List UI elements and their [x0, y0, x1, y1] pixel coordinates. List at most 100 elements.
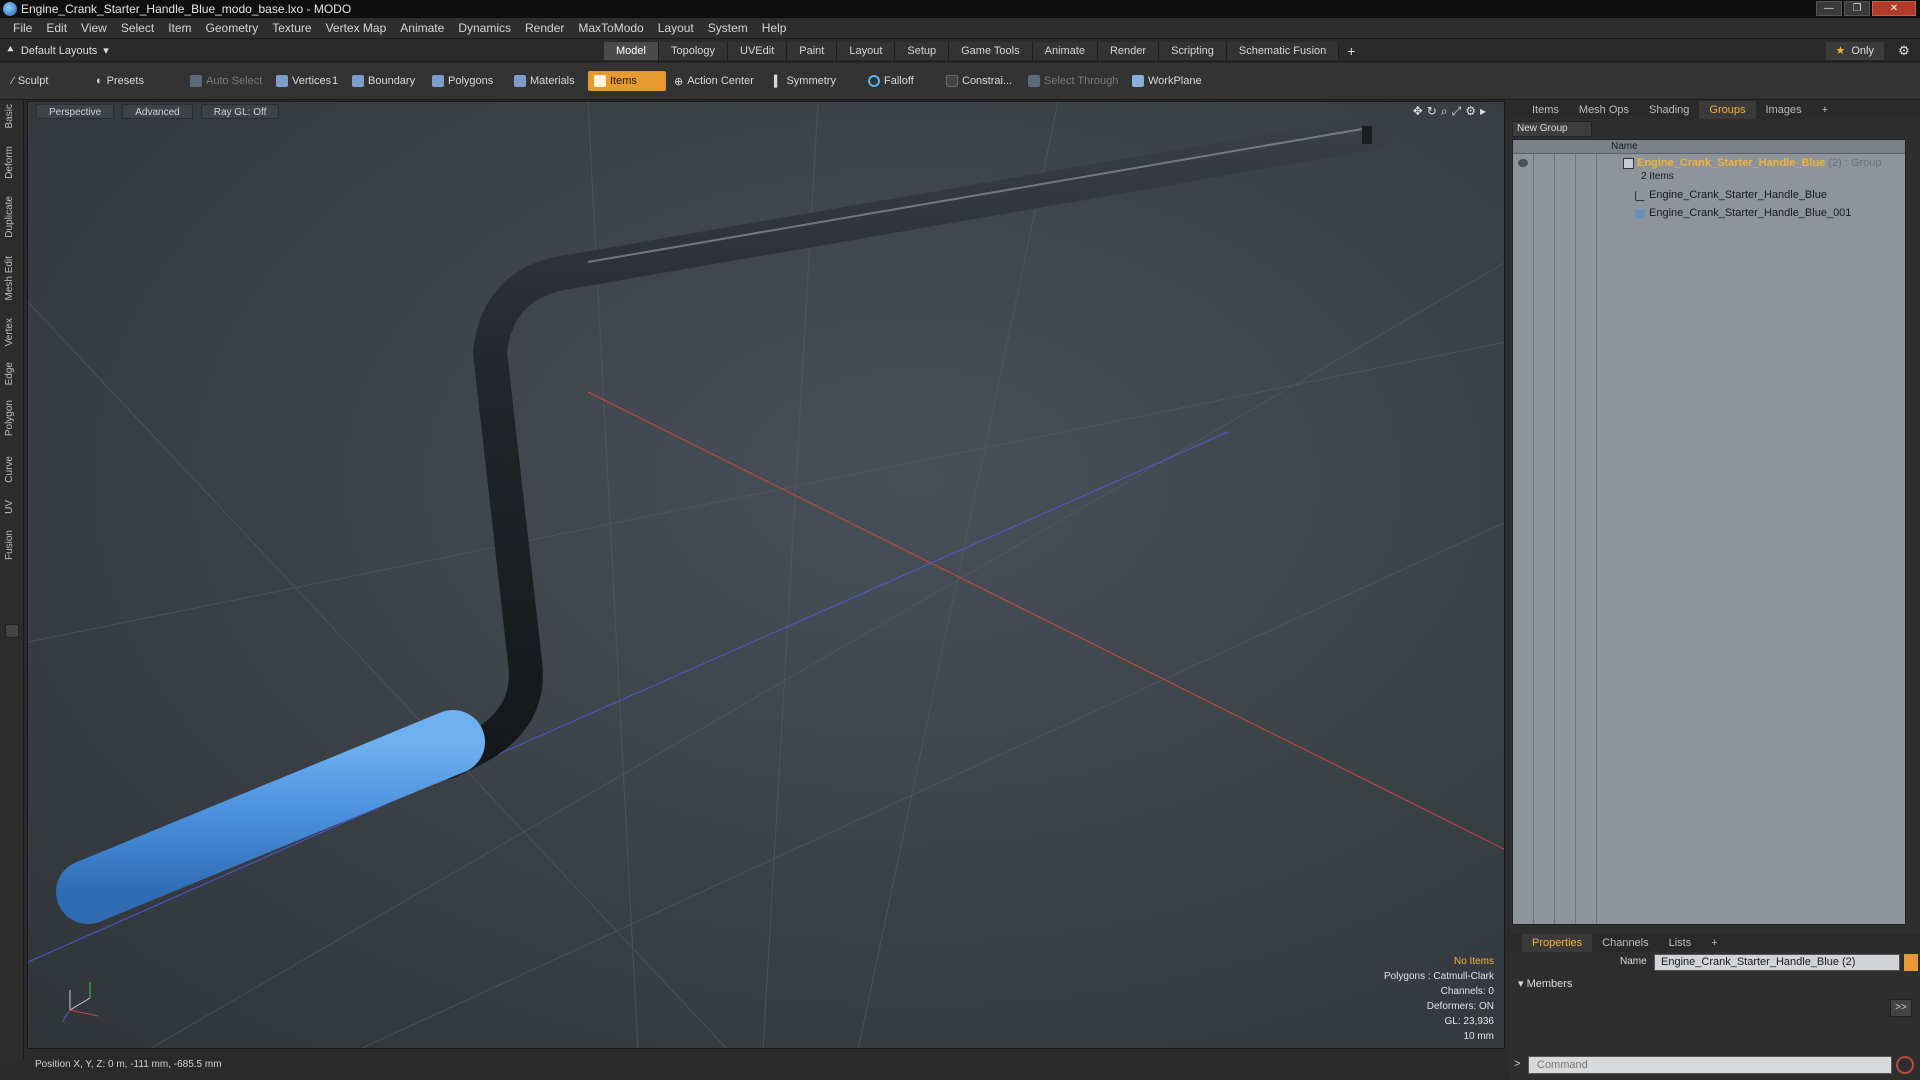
rod-highlight [587, 127, 1369, 263]
layout-tabs: Model Topology UVEdit Paint Layout Setup… [604, 42, 1363, 60]
tab-images[interactable]: Images [1756, 101, 1812, 119]
tab-shading[interactable]: Shading [1639, 101, 1699, 119]
viewport-settings-icon[interactable]: ⚙ [1465, 104, 1476, 119]
list-item[interactable]: Engine_Crank_Starter_Handle_Blue [1513, 188, 1905, 204]
add-panel-tab-icon[interactable]: + [1812, 101, 1838, 119]
raygl-toggle[interactable]: Ray GL: Off [200, 104, 280, 119]
menu-help[interactable]: Help [755, 21, 794, 35]
action-center-button[interactable]: ⊕ Action Center [668, 71, 760, 91]
menu-edit[interactable]: Edit [39, 21, 74, 35]
expand-toolbox-button[interactable] [5, 624, 19, 638]
zoom-icon[interactable]: ⌕ [1441, 104, 1448, 119]
gear-icon[interactable]: ⚙ [1896, 43, 1912, 59]
vtab-polygon[interactable]: Polygon [4, 400, 20, 436]
tab-model[interactable]: Model [604, 42, 659, 60]
falloff-button[interactable]: Falloff [862, 71, 920, 91]
select-through-icon [1028, 75, 1040, 87]
visibility-eye-icon[interactable] [1518, 159, 1528, 167]
tab-topology[interactable]: Topology [658, 42, 729, 60]
menu-texture[interactable]: Texture [265, 21, 318, 35]
vtab-fusion[interactable]: Fusion [4, 530, 20, 560]
menu-animate[interactable]: Animate [393, 21, 451, 35]
layout-selector[interactable]: ⯅ Default Layouts ▾ [6, 44, 109, 57]
vtab-basic[interactable]: Basic [4, 104, 20, 128]
menu-file[interactable]: File [6, 21, 39, 35]
workplane-button[interactable]: WorkPlane [1126, 71, 1208, 91]
3d-viewport[interactable]: Perspective Advanced Ray GL: Off ✥ ↻ ⌕ ⤢… [27, 101, 1505, 1049]
minimize-button[interactable]: — [1816, 1, 1842, 16]
menu-layout[interactable]: Layout [651, 21, 701, 35]
view-perspective-dropdown[interactable]: Perspective [36, 104, 115, 119]
shading-advanced-dropdown[interactable]: Advanced [122, 104, 193, 119]
tab-paint[interactable]: Paint [787, 42, 838, 60]
members-expand-button[interactable]: >> [1890, 999, 1912, 1017]
menu-dynamics[interactable]: Dynamics [451, 21, 518, 35]
vtab-edge[interactable]: Edge [4, 362, 20, 385]
new-group-button[interactable]: New Group [1512, 121, 1592, 137]
pan-icon[interactable]: ✥ [1413, 104, 1423, 119]
fit-icon[interactable]: ⤢ [1452, 104, 1462, 119]
items-icon [594, 75, 606, 87]
tab-game-tools[interactable]: Game Tools [949, 42, 1033, 60]
materials-button[interactable]: Materials [508, 71, 581, 91]
tab-animate[interactable]: Animate [1032, 42, 1098, 60]
add-tab-icon[interactable]: + [1339, 42, 1363, 60]
maximize-button[interactable]: ❐ [1844, 1, 1870, 16]
tab-render[interactable]: Render [1097, 42, 1160, 60]
vtab-duplicate[interactable]: Duplicate [4, 196, 20, 238]
tab-schematic-fusion[interactable]: Schematic Fusion [1226, 42, 1340, 60]
presets-button[interactable]: ◐ Presets [90, 71, 150, 91]
menu-maxtomodo[interactable]: MaxToModo [571, 21, 650, 35]
rotate-icon[interactable]: ↻ [1427, 104, 1437, 119]
select-through-button[interactable]: Select Through [1022, 71, 1124, 91]
symmetry-button[interactable]: ▍ Symmetry [768, 71, 842, 91]
tab-groups[interactable]: Groups [1699, 101, 1756, 119]
command-history-button[interactable] [1896, 1056, 1914, 1074]
constrain-button[interactable]: Constrai... [940, 71, 1018, 91]
only-button[interactable]: ★ Only [1825, 42, 1884, 60]
menu-item[interactable]: Item [161, 21, 198, 35]
status-bar: Position X, Y, Z: 0 m, -111 mm, -685.5 m… [27, 1055, 1505, 1075]
group-color-swatch[interactable] [1904, 954, 1918, 971]
vertices-button[interactable]: Vertices [270, 71, 337, 91]
locator-icon [1635, 191, 1645, 201]
menu-select[interactable]: Select [114, 21, 161, 35]
vtab-deform[interactable]: Deform [4, 146, 20, 179]
group-name-field[interactable]: Engine_Crank_Starter_Handle_Blue (2) [1654, 954, 1900, 971]
close-button[interactable]: ✕ [1872, 1, 1916, 16]
add-properties-tab-icon[interactable]: + [1701, 934, 1727, 952]
boundary-button[interactable]: Boundary [346, 71, 421, 91]
command-prompt-icon: > [1514, 1058, 1521, 1070]
vtab-curve[interactable]: Curve [4, 456, 20, 483]
tab-setup[interactable]: Setup [895, 42, 950, 60]
menu-view[interactable]: View [74, 21, 114, 35]
group-count-row: 2 Items [1513, 170, 1905, 186]
vtab-uv[interactable]: UV [4, 500, 20, 514]
tab-mesh-ops[interactable]: Mesh Ops [1569, 101, 1639, 119]
tab-scripting[interactable]: Scripting [1159, 42, 1227, 60]
command-input[interactable]: Command [1528, 1056, 1892, 1074]
tab-layout[interactable]: Layout [837, 42, 896, 60]
viewport-scene [28, 102, 1504, 1048]
menu-render[interactable]: Render [518, 21, 571, 35]
tab-lists[interactable]: Lists [1659, 934, 1702, 952]
menu-system[interactable]: System [701, 21, 755, 35]
tab-properties[interactable]: Properties [1522, 934, 1593, 952]
polygons-button[interactable]: Polygons [426, 71, 499, 91]
tab-items[interactable]: Items [1522, 101, 1569, 119]
vtab-mesh-edit[interactable]: Mesh Edit [4, 256, 20, 300]
items-button[interactable]: Items [588, 71, 666, 91]
vtab-vertex[interactable]: Vertex [4, 318, 20, 346]
no-items-label: No Items [1453, 956, 1494, 967]
tab-channels[interactable]: Channels [1592, 934, 1658, 952]
sculpt-button[interactable]: ⁄ Sculpt [6, 71, 54, 91]
menu-geometry[interactable]: Geometry [199, 21, 266, 35]
axis-gizmo [61, 982, 99, 1023]
list-item[interactable]: Engine_Crank_Starter_Handle_Blue_001 [1513, 206, 1905, 222]
members-section[interactable]: ▾ Members [1518, 977, 1572, 990]
name-column-header[interactable]: Name [1611, 141, 1638, 152]
auto-select-button[interactable]: Auto Select [184, 71, 268, 91]
tab-uvedit[interactable]: UVEdit [728, 42, 788, 60]
viewport-menu-arrow-icon[interactable]: ▸ [1480, 104, 1486, 119]
menu-vertex-map[interactable]: Vertex Map [319, 21, 394, 35]
